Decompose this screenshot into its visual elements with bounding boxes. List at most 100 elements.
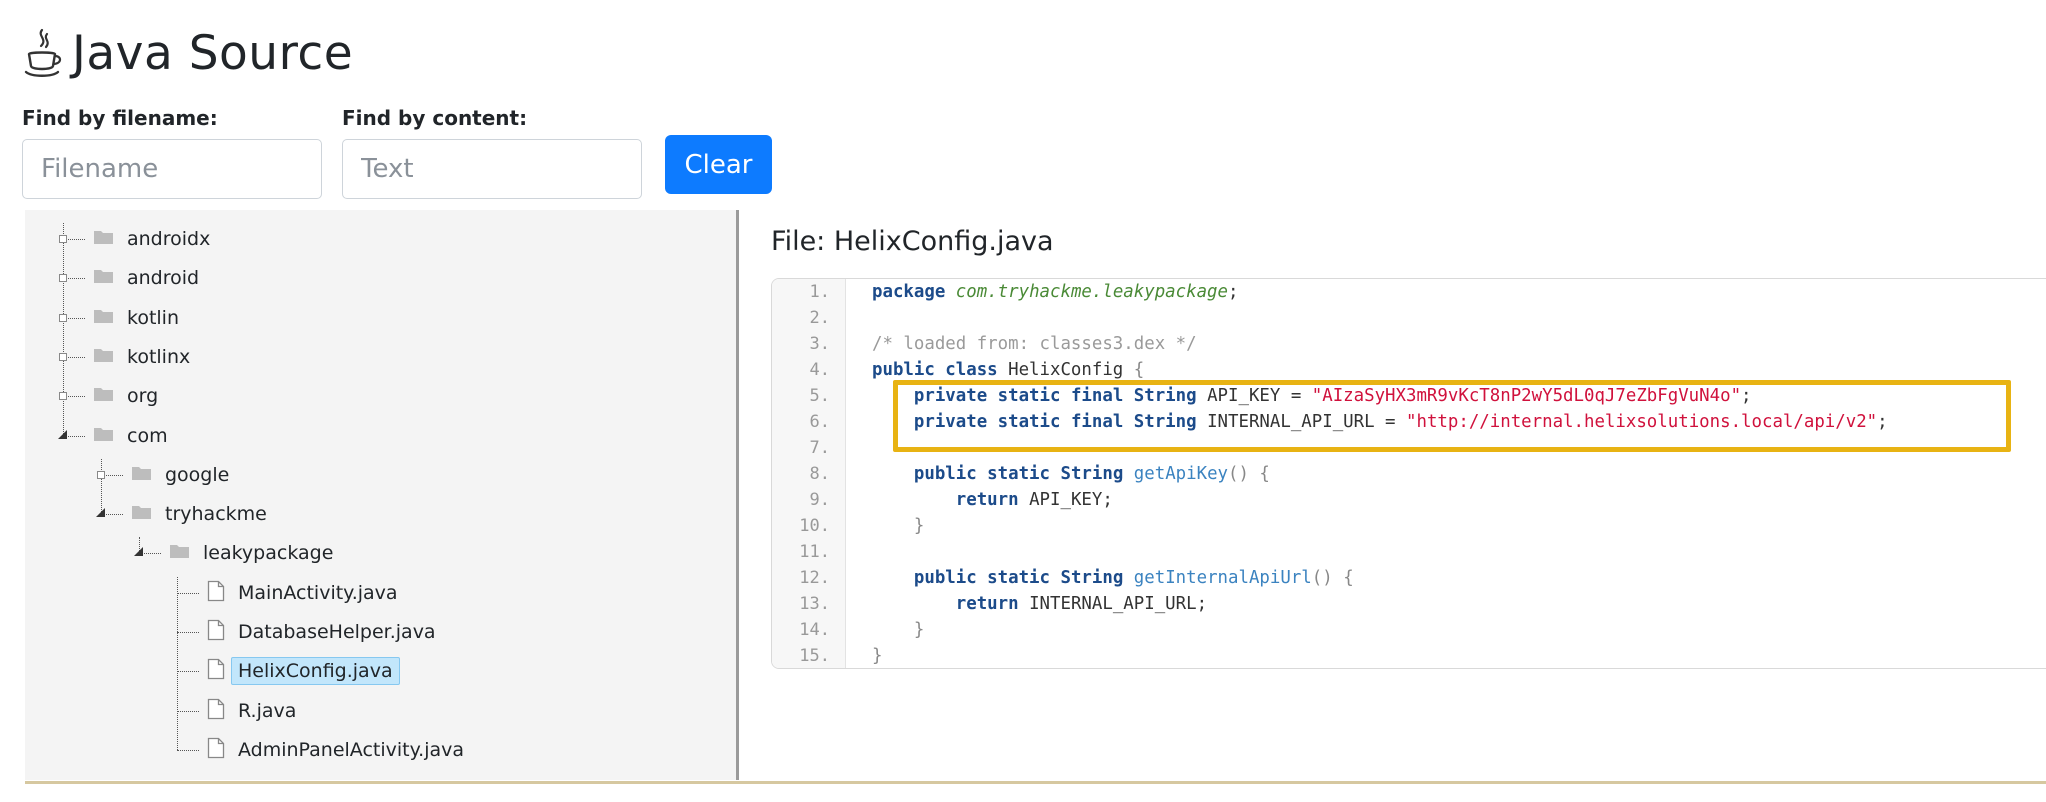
collapsed-toggle-icon: [59, 352, 67, 361]
tree-folder[interactable]: org: [93, 380, 165, 412]
folder-icon: [93, 426, 114, 446]
tree-connector: [177, 710, 199, 712]
tree-file[interactable]: HelixConfig.java: [207, 655, 400, 687]
code-token: ;: [1228, 282, 1239, 302]
tree-folder[interactable]: com: [93, 420, 175, 452]
filename-input[interactable]: [22, 139, 322, 199]
file-tree[interactable]: androidx android kotlin kotlinx org com google…: [25, 210, 739, 780]
tree-node-label: tryhackme: [165, 503, 267, 526]
page-title: Java Source: [72, 25, 354, 81]
line-number: 5.: [809, 386, 830, 406]
tree-node-label: google: [165, 463, 230, 486]
file-title: File: HelixConfig.java: [771, 226, 1054, 257]
line-number: 6.: [809, 412, 830, 432]
tree-file[interactable]: MainActivity.java: [207, 577, 405, 609]
tree-folder[interactable]: androidx: [93, 223, 217, 255]
line-number: 15.: [799, 646, 830, 666]
folder-icon: [93, 308, 114, 328]
line-number: 11.: [799, 542, 830, 562]
code-token: public class: [872, 360, 998, 380]
tree-folder[interactable]: kotlinx: [93, 341, 197, 373]
code-line: 11.: [772, 539, 2046, 565]
code-token: INTERNAL_API_URL;: [1018, 594, 1208, 614]
tree-folder[interactable]: google: [131, 459, 236, 491]
code-token: getApiKey: [1133, 464, 1229, 484]
code-line: 9. return API_KEY;: [772, 487, 2046, 513]
line-number: 4.: [809, 360, 830, 380]
code-text: public class HelixConfig {: [872, 360, 1144, 380]
tree-connector: [177, 749, 199, 751]
tree-node-label: R.java: [238, 699, 297, 722]
file-icon: [207, 619, 225, 645]
code-token: com.tryhackme.leakypackage: [955, 282, 1229, 302]
code-text: public static String getApiKey() {: [872, 464, 1270, 484]
code-token: return: [955, 490, 1019, 510]
code-line: 2.: [772, 305, 2046, 331]
code-text: }: [872, 646, 882, 666]
code-token: }: [872, 646, 883, 666]
tree-file[interactable]: DatabaseHelper.java: [207, 616, 443, 648]
tree-node-label: AdminPanelActivity.java: [238, 738, 465, 761]
line-number: 1.: [809, 282, 830, 302]
line-number: 13.: [799, 594, 830, 614]
clear-button[interactable]: Clear: [665, 135, 772, 194]
code-line: 3. /* loaded from: classes3.dex */: [772, 331, 2046, 357]
folder-icon: [93, 229, 114, 249]
collapsed-toggle-icon: [59, 235, 67, 243]
tree-connector: [177, 671, 199, 673]
line-number: 3.: [809, 334, 830, 354]
line-number: 14.: [799, 620, 830, 640]
tree-folder[interactable]: leakypackage: [169, 537, 340, 569]
code-viewer[interactable]: 1. package com.tryhackme.leakypackage; 2. 3…: [771, 278, 2046, 669]
folder-icon: [93, 386, 114, 406]
code-token: public static String: [913, 464, 1124, 484]
folder-icon: [93, 347, 114, 367]
tree-node-label: androidx: [127, 228, 211, 250]
code-text: return INTERNAL_API_URL;: [872, 594, 1207, 614]
highlight-annotation: [893, 380, 2011, 452]
code-token: /* loaded from: classes3.dex */: [872, 334, 1197, 354]
code-line: 13. return INTERNAL_API_URL;: [772, 591, 2046, 617]
code-line: 8. public static String getApiKey() {: [772, 461, 2046, 487]
page-header: Java Source: [22, 20, 353, 86]
tree-guide-line: [101, 458, 102, 515]
tree-node-label: kotlin: [127, 306, 179, 329]
code-token: return: [955, 594, 1019, 614]
line-number: 2.: [809, 308, 830, 328]
tree-node-label: DatabaseHelper.java: [238, 621, 436, 643]
code-text: public static String getInternalApiUrl()…: [872, 568, 1354, 588]
tree-folder[interactable]: tryhackme: [131, 498, 274, 530]
line-number: 10.: [799, 516, 830, 536]
code-token: getInternalApiUrl: [1133, 568, 1312, 588]
code-line: 14. }: [772, 617, 2046, 643]
content-input[interactable]: [342, 139, 642, 199]
code-token: HelixConfig: [997, 360, 1134, 380]
tree-folder[interactable]: android: [93, 262, 206, 294]
tree-node-label: MainActivity.java: [238, 581, 398, 604]
code-token: }: [913, 516, 925, 536]
filename-search-group: Find by filename:: [22, 106, 322, 199]
code-text: }: [872, 516, 924, 536]
collapsed-toggle-icon: [59, 313, 67, 322]
tree-connector: [177, 632, 199, 633]
code-line: 12. public static String getInternalApiU…: [772, 565, 2046, 591]
tree-connector: [177, 592, 199, 594]
collapsed-toggle-icon: [97, 470, 105, 479]
code-line: 1. package com.tryhackme.leakypackage;: [772, 279, 2046, 305]
tree-folder[interactable]: kotlin: [93, 302, 186, 334]
tree-file[interactable]: AdminPanelActivity.java: [207, 734, 471, 766]
code-token: {: [1133, 360, 1145, 380]
tree-file[interactable]: R.java: [207, 695, 303, 727]
code-token: () {: [1228, 464, 1270, 484]
code-line: 10. }: [772, 513, 2046, 539]
code-line: 15.}: [772, 643, 2046, 668]
code-token: public static String: [913, 568, 1124, 588]
file-icon: [207, 580, 225, 606]
